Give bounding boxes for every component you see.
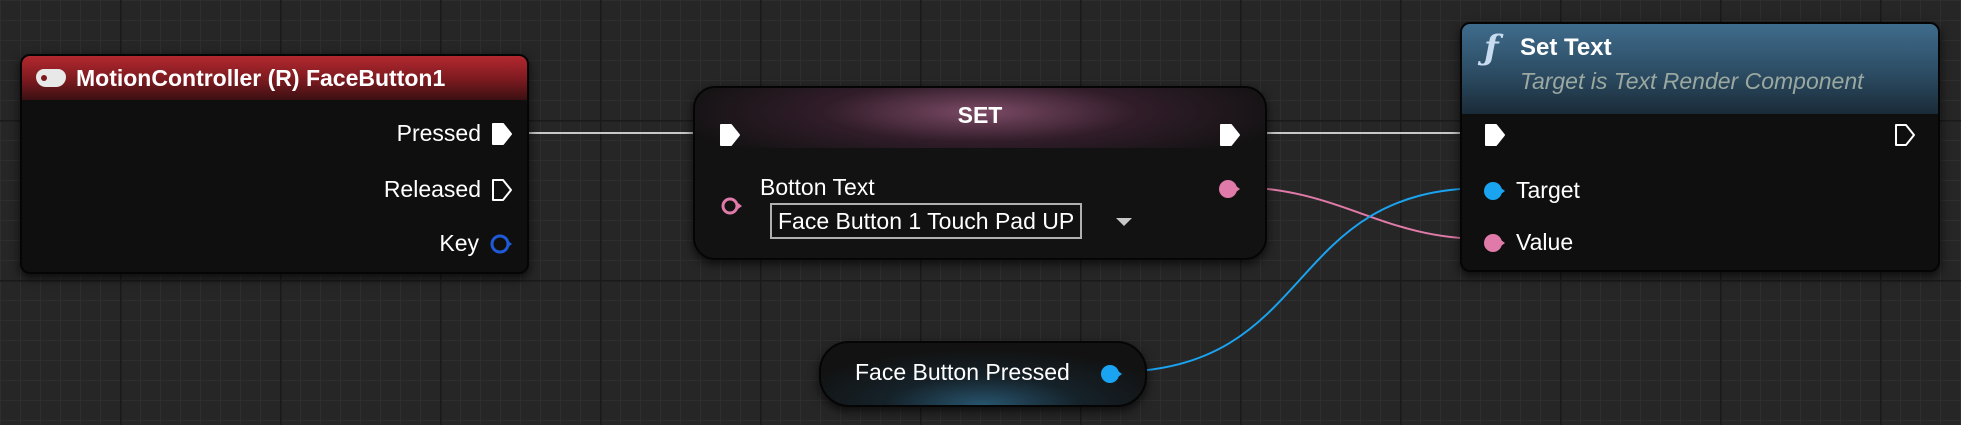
pin-row-target: Target: [1482, 177, 1580, 204]
text-out-pin-icon[interactable]: [1217, 177, 1241, 201]
pin-label-value: Value: [1516, 229, 1574, 255]
exec-in-pin-icon[interactable]: [1484, 123, 1506, 147]
text-value-field[interactable]: Face Button 1 Touch Pad UP: [770, 203, 1083, 239]
pin-label-released: Released: [383, 176, 481, 202]
event-node-header: MotionController (R) FaceButton1: [22, 56, 527, 100]
event-node-motioncontroller[interactable]: MotionController (R) FaceButton1 Pressed…: [20, 54, 529, 274]
pin-row-released: Released: [384, 176, 513, 203]
exec-out-pin-icon[interactable]: [491, 122, 513, 146]
chevron-down-icon[interactable]: [1116, 218, 1132, 226]
exec-out-pin-icon[interactable]: [1219, 123, 1241, 147]
function-icon: ƒ: [1484, 28, 1499, 68]
set-variable-label: Botton Text: [760, 174, 875, 200]
set-variable-node[interactable]: SET Botton Text Face Button 1 Touch Pad …: [693, 86, 1267, 260]
variable-name-label: Face Button Pressed: [855, 359, 1070, 385]
key-struct-pin-icon[interactable]: [489, 232, 513, 256]
pin-row-pressed: Pressed: [397, 120, 513, 147]
exec-out-pin-icon[interactable]: [1894, 123, 1916, 147]
text-wire-set-to-value[interactable]: [1232, 186, 1486, 240]
set-text-node-subtitle: Target is Text Render Component: [1520, 68, 1864, 94]
variable-getter-node[interactable]: Face Button Pressed: [819, 341, 1147, 407]
object-in-pin-icon[interactable]: [1482, 179, 1506, 203]
event-node-title: MotionController (R) FaceButton1: [76, 64, 446, 91]
text-in-pin-icon[interactable]: [1482, 231, 1506, 255]
pin-row-value: Value: [1482, 229, 1573, 256]
text-in-pin-icon[interactable]: [719, 194, 743, 218]
pin-label-pressed: Pressed: [396, 120, 481, 146]
exec-out-pin-icon[interactable]: [491, 178, 513, 202]
set-text-function-node[interactable]: ƒ Set Text Target is Text Render Compone…: [1460, 22, 1940, 272]
set-text-node-title: Set Text: [1520, 34, 1612, 61]
object-out-pin-icon[interactable]: [1099, 362, 1123, 386]
pin-row-key: Key: [439, 230, 513, 257]
blueprint-graph[interactable]: MotionController (R) FaceButton1 Pressed…: [0, 0, 1961, 425]
pin-label-key: Key: [439, 230, 479, 256]
gamepad-icon: [36, 69, 66, 87]
exec-in-pin-icon[interactable]: [719, 123, 741, 147]
pin-label-target: Target: [1516, 177, 1580, 203]
set-text-node-header: ƒ Set Text Target is Text Render Compone…: [1462, 24, 1938, 114]
set-node-title: SET: [957, 102, 1003, 128]
